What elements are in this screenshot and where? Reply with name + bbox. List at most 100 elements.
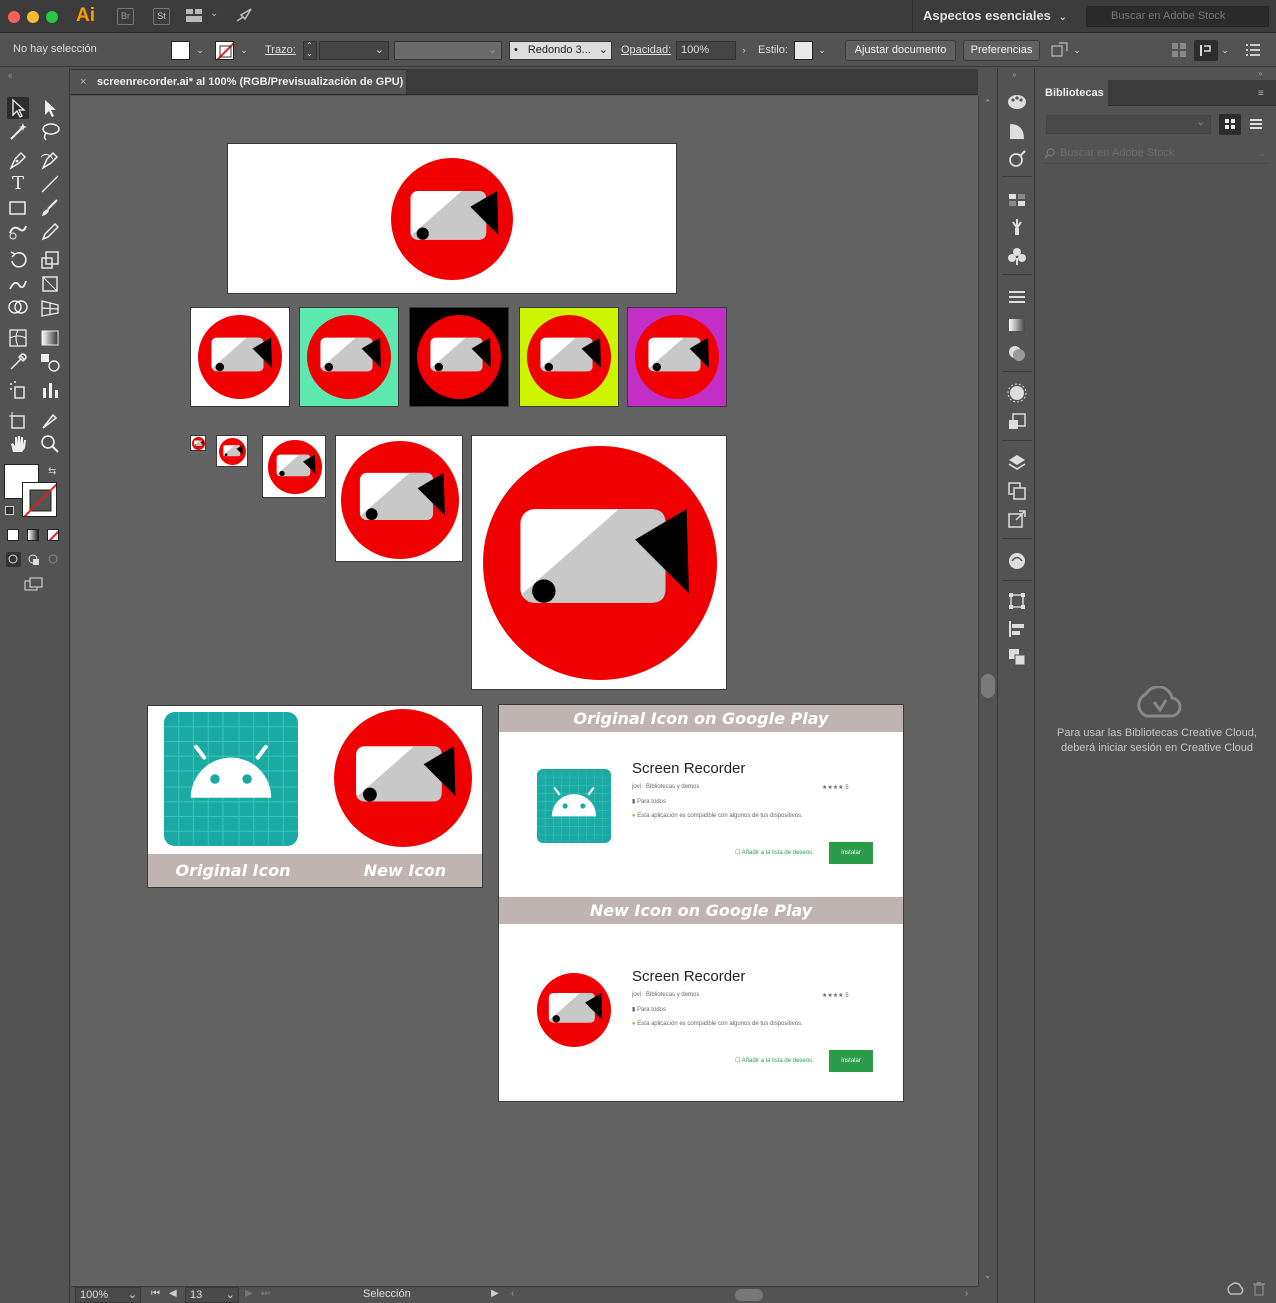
stroke-weight-stepper[interactable]: ⌃ ⌄ bbox=[303, 41, 317, 60]
stroke-swatch[interactable] bbox=[215, 41, 234, 60]
artboard-bg-variant[interactable] bbox=[627, 307, 727, 407]
shape-builder-tool[interactable] bbox=[7, 297, 29, 319]
free-transform-tool[interactable] bbox=[39, 273, 61, 295]
first-artboard-icon[interactable]: ⏮ bbox=[151, 1288, 160, 1299]
close-tab-icon[interactable]: × bbox=[80, 70, 86, 94]
color-guide-icon[interactable] bbox=[1006, 120, 1028, 142]
brushes-icon[interactable] bbox=[1006, 216, 1028, 238]
gradient-mode-button[interactable] bbox=[27, 529, 39, 541]
none-mode-button[interactable] bbox=[47, 529, 59, 541]
list-view-button[interactable] bbox=[1245, 114, 1267, 135]
color-themes-icon[interactable] bbox=[1006, 148, 1028, 170]
rotate-tool[interactable] bbox=[7, 249, 29, 271]
zoom-tool[interactable] bbox=[39, 433, 61, 455]
arrange-documents-icon[interactable] bbox=[186, 9, 202, 22]
perspective-grid-tool[interactable] bbox=[39, 297, 61, 319]
swap-fill-stroke-icon[interactable]: ⇆ bbox=[48, 466, 56, 477]
wishlist-link[interactable]: ☐ Añadir a la lista de deseos bbox=[735, 1057, 812, 1064]
opacity-input[interactable]: 100% bbox=[676, 41, 736, 60]
color-palette-icon[interactable] bbox=[1006, 91, 1028, 113]
document-tab[interactable]: × screenrecorder.ai* al 100% (RGB/Previs… bbox=[71, 69, 406, 95]
artboard-number-dropdown[interactable]: 13 ⌄ bbox=[185, 1287, 239, 1303]
lasso-tool[interactable] bbox=[39, 121, 61, 143]
default-colors-icon[interactable] bbox=[5, 506, 14, 515]
libraries-tab[interactable]: Bibliotecas bbox=[1036, 80, 1109, 106]
gpu-performance-icon[interactable] bbox=[234, 6, 254, 26]
status-menu-icon[interactable]: ▶ bbox=[491, 1288, 499, 1299]
artboard-size-32[interactable] bbox=[216, 435, 248, 467]
prev-artboard-icon[interactable]: ◀ bbox=[169, 1288, 177, 1299]
gradient-panel-icon[interactable] bbox=[1006, 314, 1028, 336]
bridge-button[interactable]: Br bbox=[117, 8, 134, 25]
fill-swatch[interactable] bbox=[171, 41, 190, 60]
direct-selection-tool[interactable] bbox=[39, 97, 61, 119]
artboard-bg-variant[interactable] bbox=[190, 307, 290, 407]
library-stock-search-input[interactable]: Buscar en Adobe Stock ⌄ bbox=[1042, 144, 1270, 164]
artboards-panel-icon[interactable] bbox=[1006, 480, 1028, 502]
curvature-tool[interactable] bbox=[39, 149, 61, 171]
install-button[interactable]: Instalar bbox=[829, 1050, 873, 1072]
artboard-icon-comparison[interactable]: Original Icon New Icon bbox=[147, 705, 483, 888]
fill-dropdown[interactable]: ⌄ bbox=[193, 41, 207, 60]
gradient-tool[interactable] bbox=[39, 327, 61, 349]
stroke-color-box[interactable] bbox=[22, 482, 57, 517]
wishlist-link[interactable]: ☐ Añadir a la lista de deseos bbox=[735, 849, 812, 856]
window-minimize-button[interactable] bbox=[27, 11, 39, 23]
stock-search-input[interactable]: Buscar en Adobe Stock bbox=[1086, 6, 1269, 27]
brush-definition-dropdown[interactable]: • Redondo 3... ⌄ bbox=[509, 41, 612, 60]
horizontal-scroll-thumb[interactable] bbox=[735, 1289, 763, 1301]
variable-width-profile[interactable]: ⌄ bbox=[394, 41, 502, 60]
mesh-tool[interactable] bbox=[7, 327, 29, 349]
properties-toggle[interactable] bbox=[1194, 40, 1218, 61]
stroke-panel-icon[interactable] bbox=[1006, 286, 1028, 308]
artboard-size-64[interactable] bbox=[262, 435, 326, 498]
symbol-sprayer-tool[interactable] bbox=[7, 379, 29, 401]
chevron-down-icon[interactable]: ⌄ bbox=[210, 8, 218, 19]
collapse-arrows-icon[interactable]: » bbox=[1012, 70, 1016, 79]
opacity-label[interactable]: Opacidad: bbox=[621, 44, 671, 56]
artboard-bg-variant[interactable] bbox=[299, 307, 399, 407]
align-icon[interactable] bbox=[1006, 618, 1028, 640]
transform-icon[interactable] bbox=[1050, 42, 1068, 60]
screen-mode-button[interactable] bbox=[23, 576, 45, 592]
asset-export-icon[interactable] bbox=[1006, 508, 1028, 530]
draw-inside-button[interactable] bbox=[46, 552, 61, 567]
draw-normal-button[interactable] bbox=[6, 552, 21, 567]
selection-tool[interactable] bbox=[7, 97, 29, 119]
transform-panel-icon[interactable] bbox=[1006, 590, 1028, 612]
scroll-left-icon[interactable]: ‹ bbox=[511, 1288, 514, 1299]
align-grid-icon[interactable] bbox=[1172, 43, 1186, 57]
draw-behind-button[interactable] bbox=[26, 552, 41, 567]
panel-menu-icon[interactable] bbox=[1246, 44, 1260, 56]
preferences-button[interactable]: Preferencias bbox=[963, 40, 1040, 61]
stroke-dropdown[interactable]: ⌄ bbox=[237, 41, 251, 60]
stroke-weight-input[interactable]: ⌄ bbox=[319, 41, 389, 60]
column-graph-tool[interactable] bbox=[39, 379, 61, 401]
cc-sync-icon[interactable] bbox=[1226, 1282, 1244, 1296]
graphic-style-swatch[interactable] bbox=[794, 41, 813, 60]
scale-tool[interactable] bbox=[39, 249, 61, 271]
symbols-icon[interactable] bbox=[1006, 245, 1028, 267]
opacity-slider-toggle[interactable]: › bbox=[737, 41, 751, 60]
graphic-styles-icon[interactable] bbox=[1006, 411, 1028, 433]
pencil-tool[interactable] bbox=[39, 221, 61, 243]
hand-tool[interactable] bbox=[7, 433, 29, 455]
artboard-size-128[interactable] bbox=[335, 435, 463, 562]
artboard-bg-variant[interactable] bbox=[519, 307, 619, 407]
scroll-up-icon[interactable]: ⌃ bbox=[984, 98, 992, 109]
eyedropper-tool[interactable] bbox=[7, 351, 29, 373]
library-select[interactable]: ⌄ bbox=[1046, 115, 1211, 134]
stock-button[interactable]: St bbox=[153, 8, 170, 25]
color-mode-button[interactable] bbox=[7, 529, 19, 541]
pathfinder-icon[interactable] bbox=[1006, 646, 1028, 668]
shaper-tool[interactable] bbox=[7, 221, 29, 243]
next-artboard-icon[interactable]: ▶ bbox=[245, 1288, 253, 1299]
magic-wand-tool[interactable] bbox=[7, 121, 29, 143]
last-artboard-icon[interactable]: ⏭ bbox=[261, 1288, 270, 1299]
blend-tool[interactable] bbox=[39, 351, 61, 373]
paintbrush-tool[interactable] bbox=[39, 197, 61, 219]
fit-document-button[interactable]: Ajustar documento bbox=[845, 40, 956, 61]
slice-tool[interactable] bbox=[39, 409, 61, 431]
grid-view-button[interactable] bbox=[1219, 114, 1241, 135]
artboard-size-256[interactable] bbox=[471, 435, 727, 690]
